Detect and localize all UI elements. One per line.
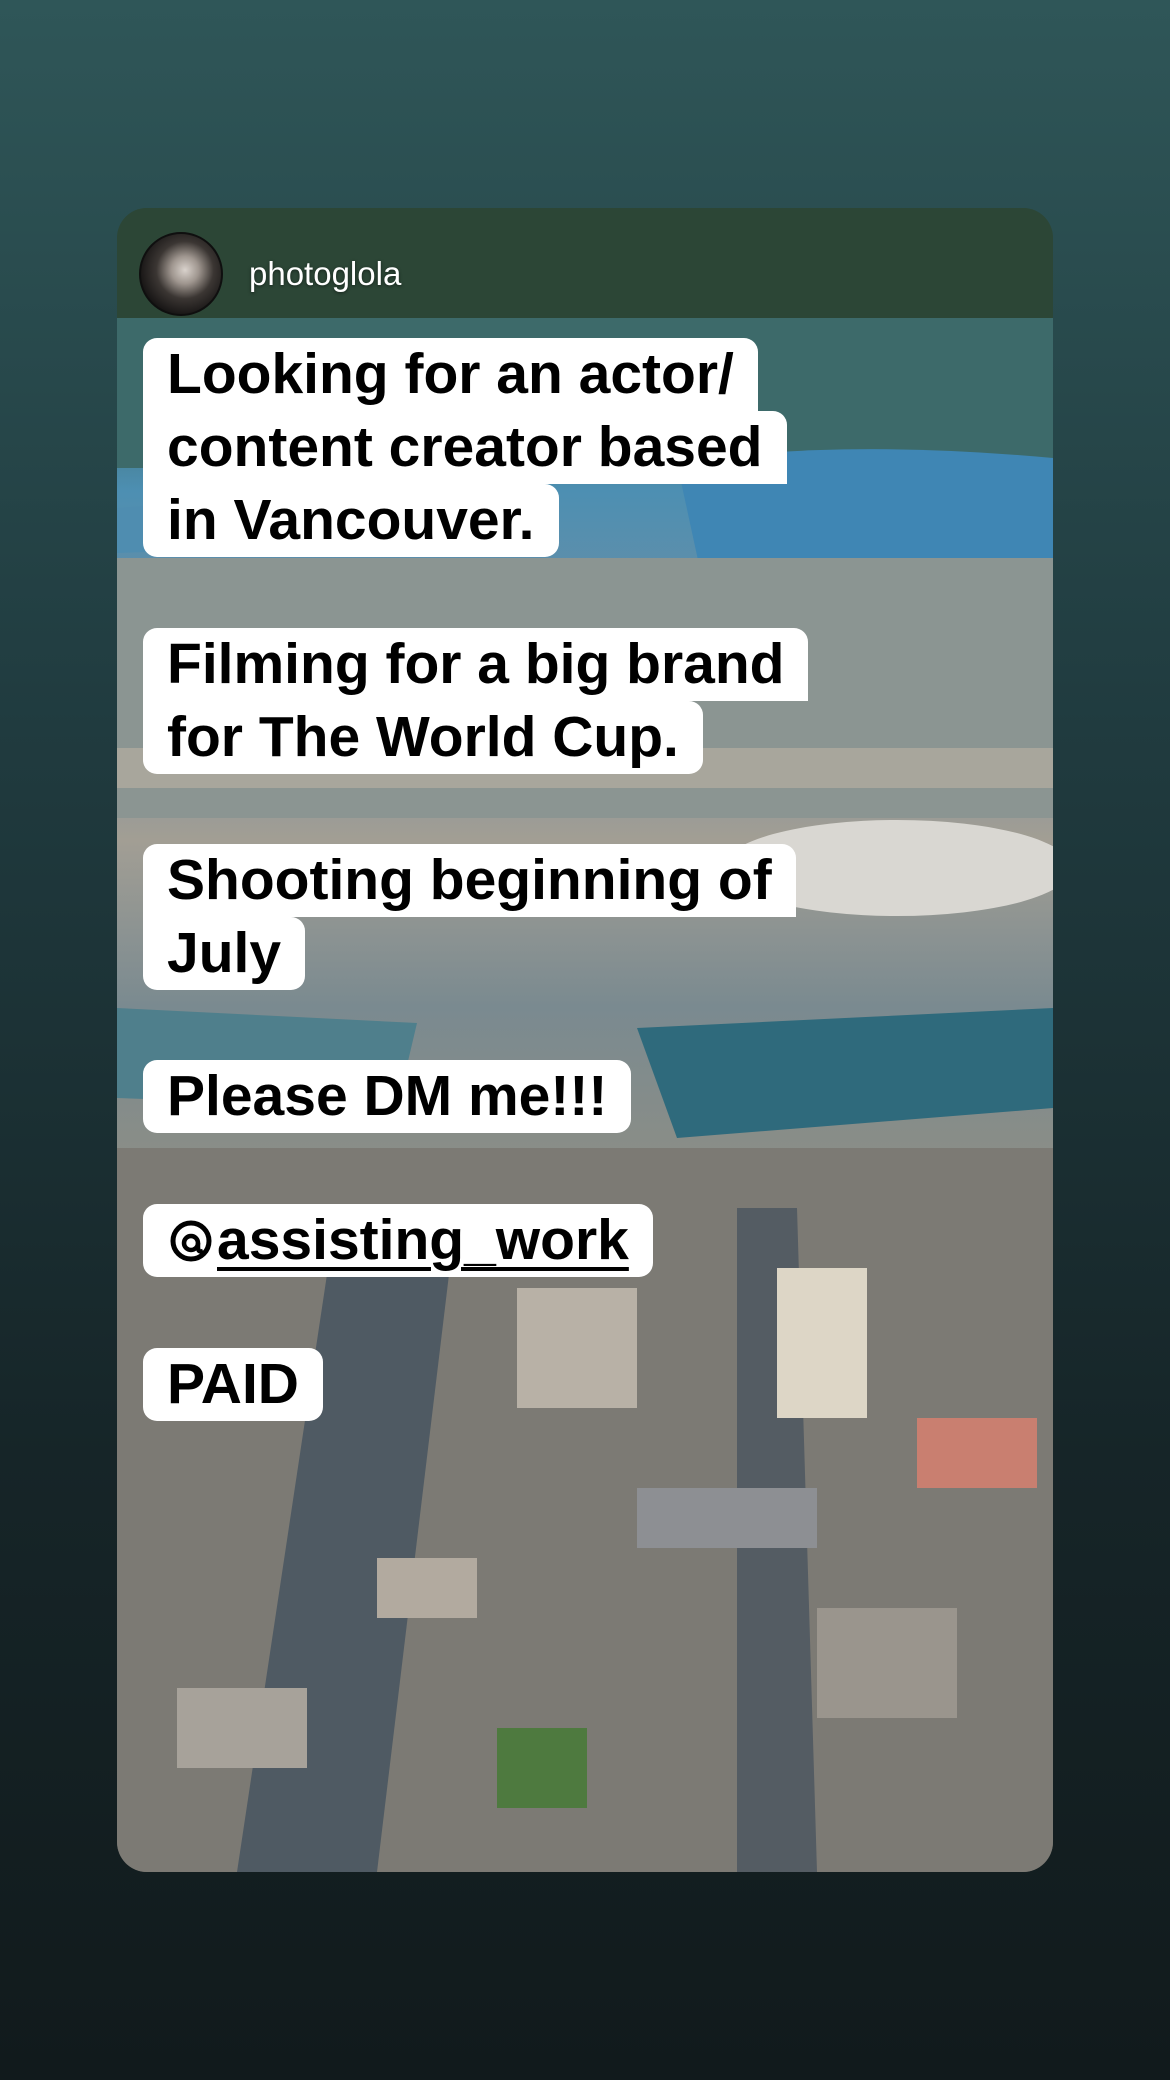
story-card[interactable]: photoglola Looking for an actor/ content… xyxy=(117,208,1053,1872)
text-line: Please DM me!!! xyxy=(143,1060,632,1133)
text-line: content creator based xyxy=(143,411,787,484)
text-line: Filming for a big brand xyxy=(143,628,809,701)
text-block-paid: PAID xyxy=(143,1348,323,1421)
text-line: Looking for an actor/ xyxy=(143,338,758,411)
mention-line[interactable]: assisting_work xyxy=(143,1204,653,1277)
text-line: for The World Cup. xyxy=(143,701,703,774)
text-line: Shooting beginning of xyxy=(143,844,796,917)
text-block-shooting: Shooting beginning of July xyxy=(143,844,796,990)
story-header: photoglola xyxy=(139,232,401,316)
mention-sticker[interactable]: assisting_work xyxy=(143,1204,653,1277)
username[interactable]: photoglola xyxy=(249,255,401,293)
text-block-dm: Please DM me!!! xyxy=(143,1060,632,1133)
threads-icon xyxy=(170,1220,212,1262)
text-line: July xyxy=(143,917,306,990)
text-block-filming: Filming for a big brand for The World Cu… xyxy=(143,628,809,774)
text-line: in Vancouver. xyxy=(143,484,559,557)
text-line: PAID xyxy=(143,1348,323,1421)
text-block-casting: Looking for an actor/ content creator ba… xyxy=(143,338,787,557)
mention-handle[interactable]: assisting_work xyxy=(217,1208,629,1272)
avatar[interactable] xyxy=(139,232,223,316)
